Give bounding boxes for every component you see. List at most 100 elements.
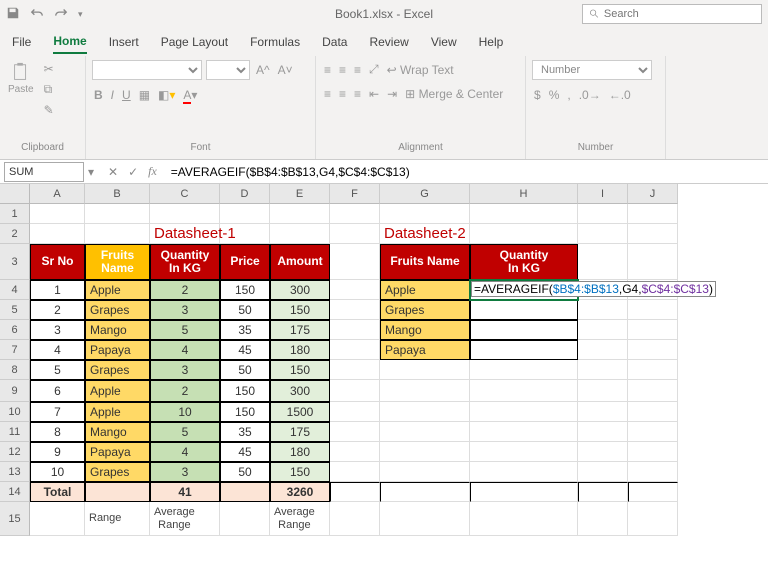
- col-header-B[interactable]: B: [85, 184, 150, 204]
- cell-total-qty[interactable]: 41: [150, 482, 220, 502]
- row-header-12[interactable]: 12: [0, 442, 30, 462]
- row-header-3[interactable]: 3: [0, 244, 30, 280]
- redo-icon[interactable]: [54, 6, 68, 23]
- cell-E7[interactable]: 180: [270, 340, 330, 360]
- formula-bar[interactable]: [167, 165, 768, 179]
- cell[interactable]: [578, 360, 628, 380]
- cell-C5[interactable]: 3: [150, 300, 220, 320]
- cell-G5[interactable]: Grapes: [380, 300, 470, 320]
- row-header-6[interactable]: 6: [0, 320, 30, 340]
- search-input[interactable]: [604, 8, 755, 20]
- note-avg1[interactable]: AverageRange: [150, 502, 220, 536]
- copy-icon[interactable]: ⧉: [42, 80, 56, 99]
- cell[interactable]: [470, 462, 578, 482]
- cell-E13[interactable]: 150: [270, 462, 330, 482]
- cell[interactable]: [330, 422, 380, 442]
- cell-C12[interactable]: 4: [150, 442, 220, 462]
- fill-color-icon[interactable]: ◧▾: [156, 86, 177, 104]
- cell[interactable]: [330, 320, 380, 340]
- cell[interactable]: [578, 224, 628, 244]
- underline-button[interactable]: U: [120, 86, 133, 104]
- cell-B7[interactable]: Papaya: [85, 340, 150, 360]
- tab-data[interactable]: Data: [322, 31, 347, 53]
- col-header-J[interactable]: J: [628, 184, 678, 204]
- cell[interactable]: [380, 204, 470, 224]
- font-size-select[interactable]: [206, 60, 250, 80]
- cell[interactable]: [470, 204, 578, 224]
- namebox-dropdown-icon[interactable]: ▾: [84, 165, 98, 179]
- cell-A6[interactable]: 3: [30, 320, 85, 340]
- cell-B4[interactable]: Apple: [85, 280, 150, 300]
- cell-B10[interactable]: Apple: [85, 402, 150, 422]
- cell-A5[interactable]: 2: [30, 300, 85, 320]
- cell[interactable]: [470, 360, 578, 380]
- accept-formula-icon[interactable]: ✓: [128, 165, 138, 179]
- cell-E4[interactable]: 300: [270, 280, 330, 300]
- cell[interactable]: [578, 340, 628, 360]
- cell[interactable]: [220, 482, 270, 502]
- cell[interactable]: [380, 482, 470, 502]
- cell[interactable]: [628, 340, 678, 360]
- cell[interactable]: [628, 224, 678, 244]
- cell[interactable]: [30, 224, 85, 244]
- cell[interactable]: [470, 380, 578, 402]
- percent-icon[interactable]: %: [547, 86, 562, 104]
- cell[interactable]: [628, 402, 678, 422]
- cell[interactable]: [380, 442, 470, 462]
- col-header-A[interactable]: A: [30, 184, 85, 204]
- cell-B11[interactable]: Mango: [85, 422, 150, 442]
- cell[interactable]: [470, 482, 578, 502]
- cell[interactable]: [330, 280, 380, 300]
- col-header-I[interactable]: I: [578, 184, 628, 204]
- cell[interactable]: [628, 244, 678, 280]
- cell-H6[interactable]: [470, 320, 578, 340]
- cell-total-label[interactable]: Total: [30, 482, 85, 502]
- cancel-formula-icon[interactable]: ✕: [108, 165, 118, 179]
- tab-file[interactable]: File: [12, 31, 31, 53]
- cell-B13[interactable]: Grapes: [85, 462, 150, 482]
- orientation-icon[interactable]: ⤢: [367, 60, 381, 79]
- cell[interactable]: [270, 224, 330, 244]
- cell[interactable]: [628, 360, 678, 380]
- cell-A9[interactable]: 6: [30, 380, 85, 402]
- cell-B9[interactable]: Apple: [85, 380, 150, 402]
- cell[interactable]: [578, 320, 628, 340]
- row-header-5[interactable]: 5: [0, 300, 30, 320]
- tab-formulas[interactable]: Formulas: [250, 31, 300, 53]
- note-avg2[interactable]: AverageRange: [270, 502, 330, 536]
- cell-D8[interactable]: 50: [220, 360, 270, 380]
- cell[interactable]: [330, 300, 380, 320]
- col-header-F[interactable]: F: [330, 184, 380, 204]
- decrease-font-icon[interactable]: A˅: [276, 61, 295, 79]
- row-header-4[interactable]: 4: [0, 280, 30, 300]
- cell[interactable]: [628, 482, 678, 502]
- cell-A10[interactable]: 7: [30, 402, 85, 422]
- cell-C10[interactable]: 10: [150, 402, 220, 422]
- cell-A8[interactable]: 5: [30, 360, 85, 380]
- font-color-icon[interactable]: A▾: [181, 86, 199, 104]
- wrap-text-button[interactable]: ↩ Wrap Text: [385, 61, 456, 79]
- cell[interactable]: [30, 502, 85, 536]
- tab-view[interactable]: View: [431, 31, 457, 53]
- datasheet1-title[interactable]: Datasheet-1: [150, 224, 220, 244]
- cell-D6[interactable]: 35: [220, 320, 270, 340]
- cell[interactable]: [85, 204, 150, 224]
- cell-C4[interactable]: 2: [150, 280, 220, 300]
- cell-C9[interactable]: 2: [150, 380, 220, 402]
- cell-D12[interactable]: 45: [220, 442, 270, 462]
- cell-H5[interactable]: [470, 300, 578, 320]
- cell[interactable]: [330, 204, 380, 224]
- cell[interactable]: [470, 402, 578, 422]
- cell[interactable]: [578, 442, 628, 462]
- cell-H4-selected[interactable]: =AVERAGEIF($B$4:$B$13,G4,$C$4:$C$13): [470, 280, 578, 300]
- cell[interactable]: [330, 380, 380, 402]
- cell[interactable]: [330, 482, 380, 502]
- cell[interactable]: [380, 422, 470, 442]
- cell[interactable]: [470, 224, 578, 244]
- hdr2-fruits[interactable]: Fruits Name: [380, 244, 470, 280]
- cell-G6[interactable]: Mango: [380, 320, 470, 340]
- cell[interactable]: [220, 224, 270, 244]
- cell[interactable]: [380, 360, 470, 380]
- row-header-11[interactable]: 11: [0, 422, 30, 442]
- cell-D13[interactable]: 50: [220, 462, 270, 482]
